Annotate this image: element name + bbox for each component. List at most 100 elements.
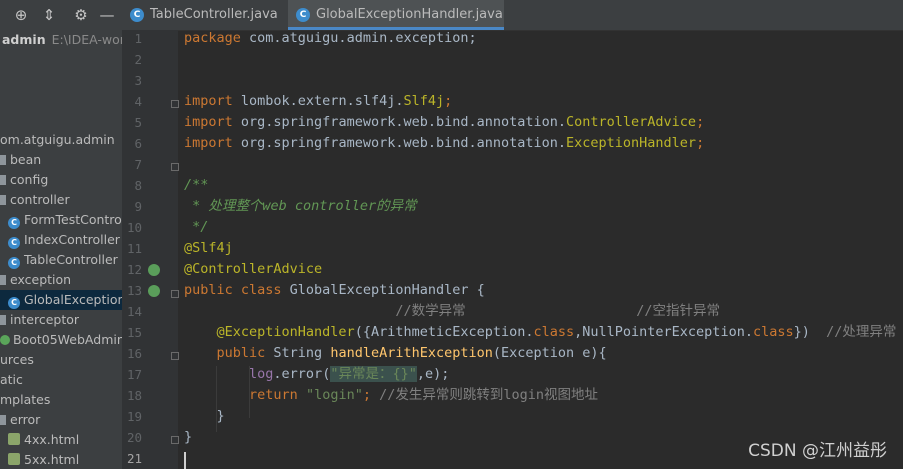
project-name: admin [2,32,46,47]
line-number: 9 [134,199,142,214]
folder-icon [0,315,6,325]
code-token: ({ArithmeticException. [354,324,534,340]
code-line: @Slf4j [184,238,233,259]
code-token: ; [362,387,380,403]
code-line: @ControllerAdvice [184,259,322,280]
tree-item[interactable]: Boot05WebAdminA [0,330,122,350]
code-token: .error( [273,366,331,382]
spring-bean-icon[interactable] [148,264,160,276]
code-editor[interactable]: package com.atguigu.admin.exception; impo… [178,30,903,469]
project-path: E:\IDEA-work [51,32,122,47]
tree-item[interactable]: exception [0,270,71,290]
code-token: org.springframework.web.bind.annotation. [240,135,567,151]
project-panel: ⊕ ⇕ ⚙ — admin E:\IDEA-work om.atguigu.adm… [0,0,122,469]
tree-item[interactable]: C FormTestContro [0,210,122,230]
tree-item[interactable]: config [0,170,48,190]
code-token: ExceptionHandler [566,135,697,151]
tab-global-exception-handler[interactable]: C GlobalExceptionHandler.java [288,0,504,30]
collapse-icon[interactable]: ⇕ [40,6,58,24]
tree-item-label: interceptor [10,312,80,327]
code-token: /** [184,177,209,193]
line-number: 21 [126,451,142,466]
code-token: ,NullPointerException. [574,324,753,340]
crosshair-icon[interactable]: ⊕ [12,6,30,24]
spring-bean-icon[interactable] [148,285,160,297]
tree-item[interactable]: bean [0,150,41,170]
gear-icon[interactable]: ⚙ [72,6,90,24]
code-token: * 处理整个web controller的异常 [184,198,417,214]
tree-item-label: 5xx.html [24,452,80,467]
tree-item-label: mplates [0,392,51,407]
code-token: String [273,345,331,361]
html-file-icon [8,453,20,465]
code-token: } [184,408,225,424]
tree-item[interactable]: C TableController [0,250,118,270]
tree-item-label: Boot05WebAdminA [13,332,122,347]
code-token: @ExceptionHandler [216,324,355,340]
tree-item[interactable]: urces [0,350,34,370]
code-token: package [184,30,250,46]
minimize-icon[interactable]: — [98,6,116,24]
tree-item[interactable]: C IndexController [0,230,120,250]
tree-item[interactable]: 4xx.html [0,430,79,450]
code-token: //处理异常 [826,324,897,340]
line-number: 14 [126,304,142,319]
tree-item-label: config [10,172,49,187]
project-root[interactable]: admin E:\IDEA-work [2,30,122,50]
tree-item[interactable]: C GlobalException [0,290,122,310]
tree-item[interactable]: controller [0,190,70,210]
tree-item-label: error [10,412,41,427]
code-token: ; [696,135,705,151]
code-token: (Exception e){ [492,345,607,361]
code-token: handleArithException [330,345,493,361]
line-number: 7 [134,157,142,172]
tree-item[interactable]: error [0,410,40,430]
code-line: return "login"; //发生异常则跳转到login视图地址 [184,385,598,406]
line-number: 5 [134,115,142,130]
folder-icon [0,275,6,285]
code-line: /** [184,175,208,196]
line-number: 19 [126,409,142,424]
tree-item-label: controller [10,192,70,207]
code-token: "异常是：{}" [330,366,417,382]
code-token: } [184,429,193,445]
code-token: //数学异常 //空指针异常 [184,303,721,319]
line-gutter: 1 2 3 4 5 6 7 8 9 10 11 12 13 14 15 16 17 18 19 20 21 [122,30,179,469]
code-line: * 处理整个web controller的异常 [184,196,417,217]
code-line: public class GlobalExceptionHandler { [184,280,485,301]
tree-item[interactable]: atic [0,370,23,390]
code-token: org.springframework.web.bind.annotation. [240,114,567,130]
folder-icon [0,155,6,165]
code-line: import org.springframework.web.bind.anno… [184,133,704,154]
line-number: 18 [126,388,142,403]
code-line: package com.atguigu.admin.exception; [184,28,477,49]
line-number: 4 [134,94,142,109]
tree-item[interactable]: om.atguigu.admin [0,130,115,150]
tab-table-controller[interactable]: C TableController.java [122,0,288,30]
code-token: ,e); [416,366,450,382]
tree-item-label: om.atguigu.admin [0,132,115,147]
line-number: 2 [134,52,142,67]
tree-item-label: FormTestContro [24,212,122,227]
code-token: ; [444,93,453,109]
tree-item[interactable]: mplates [0,390,50,410]
tab-label: TableController.java [150,7,278,22]
code-token: Slf4j [403,93,445,109]
code-line: //数学异常 //空指针异常 [184,301,720,322]
tree-item-label: IndexController [24,232,120,247]
tree-item[interactable]: 5xx.html [0,450,79,469]
code-token: ControllerAdvice [566,114,697,130]
tree-item-label: bean [10,152,42,167]
code-line: @ExceptionHandler({ArithmeticException.c… [184,322,897,343]
line-number: 20 [126,430,142,445]
text-caret [184,452,186,469]
tree-item-label: urces [0,352,34,367]
code-token: log [249,366,274,382]
tree-item[interactable]: interceptor [0,310,79,330]
line-number: 10 [126,220,142,235]
class-icon: C [296,8,310,22]
code-line: */ [184,217,208,238]
code-token: import [184,114,241,130]
line-number: 17 [126,367,142,382]
